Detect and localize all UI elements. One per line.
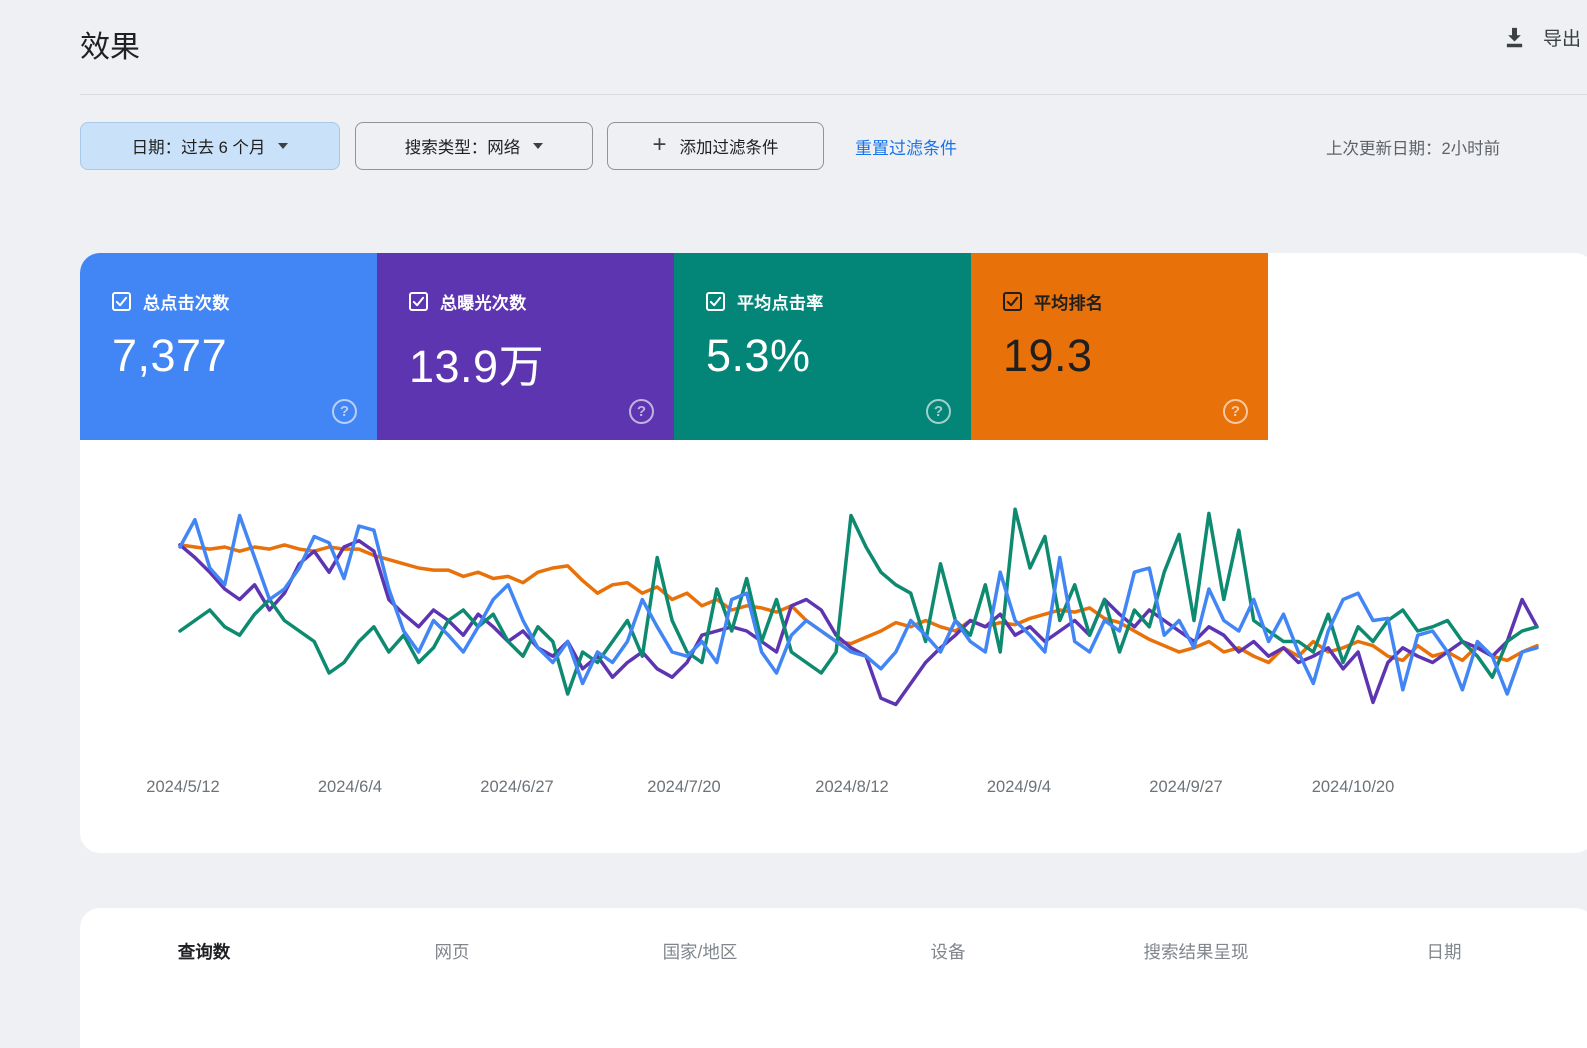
card-value: 19.3	[1003, 330, 1093, 381]
help-icon[interactable]: ?	[629, 399, 654, 424]
card-label: 总曝光次数	[440, 294, 527, 313]
impressions-checkbox[interactable]	[409, 292, 428, 311]
help-icon[interactable]: ?	[926, 399, 951, 424]
card-value: 13.9万	[409, 341, 545, 392]
x-axis-tick-label: 2024/10/20	[1312, 778, 1395, 796]
clicks-checkbox[interactable]	[112, 292, 131, 311]
tab-search-appearance[interactable]: 搜索结果呈现	[1072, 939, 1320, 964]
total-impressions-card[interactable]: 总曝光次数 13.9万 ?	[377, 253, 674, 440]
download-icon	[1501, 24, 1528, 51]
x-axis-tick-label: 2024/5/12	[146, 778, 219, 796]
last-updated-text: 上次更新日期：2小时前	[1326, 140, 1501, 158]
performance-panel: 总点击次数 7,377 ? 总曝光次数 13.9万 ? 平均点击率 5.3% ?…	[80, 253, 1587, 853]
chart-line	[178, 513, 1539, 696]
plus-icon: +	[652, 131, 667, 158]
search-type-label: 搜索类型：网络	[404, 139, 521, 157]
x-axis-tick-label: 2024/6/4	[318, 778, 382, 796]
total-clicks-card[interactable]: 总点击次数 7,377 ?	[80, 253, 377, 440]
tab-dates[interactable]: 日期	[1320, 939, 1568, 964]
tab-queries[interactable]: 查询数	[80, 939, 328, 964]
chart-line	[178, 507, 1539, 696]
tab-pages[interactable]: 网页	[328, 939, 576, 964]
performance-chart: 2024/5/12 2024/6/4 2024/6/27 2024/7/20 2024/…	[146, 507, 1539, 796]
chevron-down-icon	[533, 143, 544, 149]
x-axis-tick-label: 2024/7/20	[647, 778, 720, 796]
dimension-tabs: 查询数 网页 国家/地区 设备 搜索结果呈现 日期	[80, 908, 1587, 964]
help-icon[interactable]: ?	[332, 399, 357, 424]
search-type-filter-chip[interactable]: 搜索类型：网络	[355, 122, 593, 170]
help-icon[interactable]: ?	[1223, 399, 1248, 424]
card-value: 5.3%	[706, 330, 811, 381]
date-filter-chip[interactable]: 日期：过去 6 个月	[80, 122, 340, 170]
card-label: 平均点击率	[737, 294, 824, 313]
x-axis-tick-label: 2024/6/27	[480, 778, 553, 796]
dimension-tabs-panel: 查询数 网页 国家/地区 设备 搜索结果呈现 日期	[80, 908, 1587, 1048]
header-divider	[80, 94, 1587, 95]
average-position-card[interactable]: 平均排名 19.3 ?	[971, 253, 1268, 440]
tab-devices[interactable]: 设备	[824, 939, 1072, 964]
add-filter-chip[interactable]: + 添加过滤条件	[607, 122, 824, 170]
chevron-down-icon	[278, 143, 289, 149]
add-filter-label: 添加过滤条件	[679, 139, 779, 157]
x-axis-tick-label: 2024/9/27	[1149, 778, 1222, 796]
x-axis-tick-label: 2024/9/4	[987, 778, 1051, 796]
ctr-checkbox[interactable]	[706, 292, 725, 311]
export-button[interactable]: 导出	[1501, 24, 1581, 51]
card-label: 总点击次数	[143, 294, 230, 313]
tab-countries[interactable]: 国家/地区	[576, 939, 824, 964]
card-value: 7,377	[112, 330, 228, 381]
metric-cards: 总点击次数 7,377 ? 总曝光次数 13.9万 ? 平均点击率 5.3% ?…	[80, 253, 1268, 440]
date-filter-label: 日期：过去 6 个月	[131, 139, 266, 157]
reset-filters-link[interactable]: 重置过滤条件	[855, 134, 957, 159]
card-label: 平均排名	[1034, 294, 1104, 313]
position-checkbox[interactable]	[1003, 292, 1022, 311]
page-title: 效果	[80, 31, 140, 64]
average-ctr-card[interactable]: 平均点击率 5.3% ?	[674, 253, 971, 440]
x-axis-tick-label: 2024/8/12	[815, 778, 888, 796]
export-label: 导出	[1543, 29, 1582, 50]
